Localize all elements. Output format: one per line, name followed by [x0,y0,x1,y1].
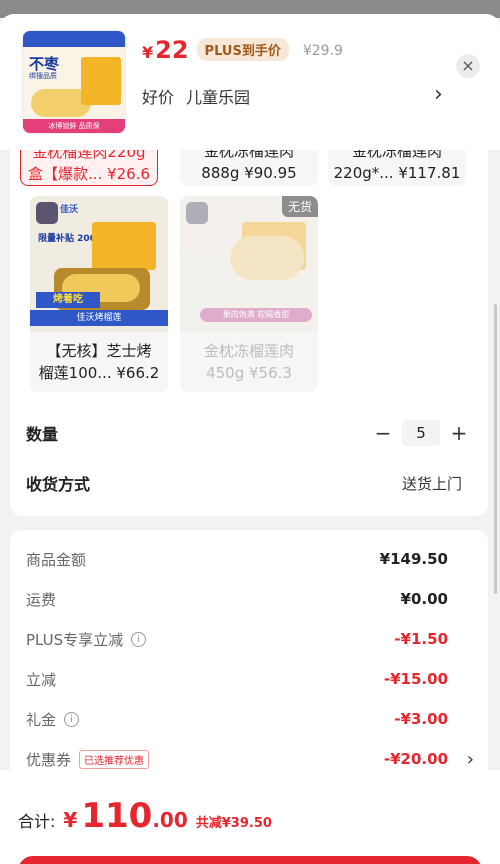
sku-header: 不枣 绑搜品质 冰博锁鲜 品质保 ¥ 22 PLUS到手价 ¥29.9 × 好价… [0,14,500,150]
fee-value: -¥15.00 [383,670,448,688]
option-price-line: 盒【爆款... ¥26.6 [27,165,150,183]
total-row: 合计: ¥ 110 .00 共减¥39.50 [18,796,272,836]
option-card-cheese-durian[interactable]: 佳沃 限量补贴 2000份 烤着吃 佳沃烤榴莲 【无核】芝士烤 榴莲100...… [30,196,168,392]
fee-label: 商品金额 [26,550,87,569]
chevron-right-icon[interactable]: › [434,82,443,107]
variant-label: 儿童乐园 [186,88,251,107]
fee-label: PLUS专享立减 i [26,629,147,650]
quantity-row: 数量 − 5 + [26,418,472,448]
scrollbar[interactable] [494,304,497,594]
fee-value: ¥0.00 [400,590,448,608]
delivery-label: 收货方式 [26,475,91,494]
checkout-bar: 合计: ¥ 110 .00 共减¥39.50 [0,770,500,864]
option-price-line: 450g ¥56.3 [206,364,292,382]
fee-row-instant-discount: 立减 -¥15.00 [26,666,448,692]
image-banner: 果肉饱满 软糯香甜 [200,308,312,322]
fee-value: ¥149.50 [379,550,448,568]
fee-label: 礼金 i [26,709,80,730]
fee-value: -¥1.50 [394,630,448,648]
total-saving: 共减¥39.50 [195,816,272,831]
brand-logo-icon [186,202,208,224]
thumb-bottom-text: 冰博锁鲜 品质保 [48,122,100,130]
delivery-value[interactable]: 送货上门 [402,473,462,494]
total-symbol: ¥ [63,808,78,832]
quantity-input[interactable]: 5 [402,420,440,446]
package-box [81,57,121,105]
option-price-line: 220g*... ¥117.81 [333,164,461,182]
image-banner: 佳沃烤榴莲 [30,310,168,326]
out-of-stock-badge: 无货 [281,196,318,217]
fee-label-text: 礼金 [26,710,57,729]
image-label: 烤着吃 [36,292,100,308]
decrement-button[interactable]: − [370,421,396,445]
package-box [92,222,156,270]
fee-label-text: PLUS专享立减 [26,630,124,649]
price-row: ¥ 22 PLUS到手价 ¥29.9 [142,36,343,64]
durian-shape [230,236,304,280]
fee-row-gift-money: 礼金 i -¥3.00 [26,706,448,732]
fee-value: -¥3.00 [394,710,448,728]
option-name: 【无核】芝士烤 [46,342,152,360]
fee-row-shipping: 运费 ¥0.00 [26,586,448,612]
thumb-top-band [23,31,125,47]
fee-label: 优惠券 已选推荐优惠 [26,749,150,770]
fee-row-plus-discount: PLUS专享立减 i -¥1.50 [26,626,448,652]
brand-logo-icon [36,202,58,224]
price-value: 22 [155,36,189,64]
option-price-line: 榴莲100... ¥66.2 [38,364,160,382]
option-card-out-of-stock[interactable]: 果肉饱满 软糯香甜 无货 金枕冻榴莲肉 450g ¥56.3 [180,196,318,392]
fee-row-coupon[interactable]: 优惠券 已选推荐优惠 -¥20.00 › [26,746,474,772]
fee-value: -¥20.00 [383,750,448,768]
total-decimal: .00 [152,808,188,832]
increment-button[interactable]: + [446,421,472,445]
option-name: 金枕冻榴莲肉 [203,342,294,360]
delivery-row[interactable]: 收货方式 送货上门 [26,468,472,498]
total-label: 合计: [18,812,56,831]
price-symbol: ¥ [142,43,154,62]
variant-label: 好价 [142,88,175,107]
fee-label-text: 优惠券 [26,750,72,769]
coupon-tag: 已选推荐优惠 [79,749,150,769]
product-image: 佳沃 限量补贴 2000份 烤着吃 佳沃烤榴莲 [30,196,168,332]
fee-label: 立减 [26,670,57,689]
option-price-line: 888g ¥90.95 [201,164,297,182]
thumb-bottom-band: 冰博锁鲜 品质保 [23,119,125,133]
submit-order-button[interactable] [18,856,482,864]
original-price: ¥29.9 [302,43,343,59]
sku-selector-sheet: 金枕榴莲肉220g 盒【爆款... ¥26.6 金枕冻榴莲肉 888g ¥90.… [0,14,500,864]
selected-variant-row[interactable]: 好价 儿童乐园 › [142,82,462,108]
brand-logo-text: 佳沃 [60,205,79,215]
quantity-stepper: − 5 + [370,418,472,448]
fee-label: 运费 [26,590,57,609]
product-thumbnail[interactable]: 不枣 绑搜品质 冰博锁鲜 品质保 [22,30,126,134]
info-icon[interactable]: i [131,631,147,647]
fee-row-goods: 商品金额 ¥149.50 [26,546,448,572]
close-icon[interactable]: × [456,54,480,78]
total-integer: 110 [81,796,153,836]
thumb-subtitle: 绑搜品质 [29,72,57,80]
plus-price-tag: PLUS到手价 [196,38,289,61]
info-icon[interactable]: i [64,711,80,727]
chevron-right-icon[interactable]: › [467,749,474,770]
quantity-label: 数量 [26,425,59,444]
